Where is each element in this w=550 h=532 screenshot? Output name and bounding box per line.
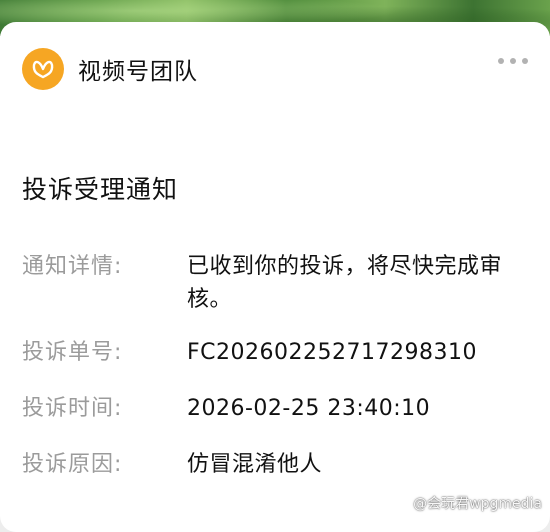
notification-card: 视频号团队 投诉受理通知 通知详情: 已收到你的投诉，将尽快完成审核。 投诉单号… xyxy=(0,22,550,532)
weibo-icon xyxy=(392,497,409,510)
account-avatar[interactable] xyxy=(22,48,64,90)
detail-row: 通知详情: 已收到你的投诉，将尽快完成审核。 xyxy=(22,250,532,316)
notice-title: 投诉受理通知 xyxy=(22,175,179,204)
more-dots-icon xyxy=(498,58,504,64)
complaint-number-row: 投诉单号: FC20260225271729831​0 xyxy=(22,336,532,369)
complaint-reason-value: 仿冒混淆他人 xyxy=(187,452,323,477)
watermark: @会玩君wpgmedia xyxy=(392,493,542,513)
complaint-reason-label: 投诉原因: xyxy=(22,452,123,477)
complaint-time-row: 投诉时间: 2026-02-25 23:40:10 xyxy=(22,392,532,425)
more-options-button[interactable] xyxy=(498,58,528,64)
detail-label: 通知详情: xyxy=(22,254,123,279)
complaint-time-label: 投诉时间: xyxy=(22,396,123,421)
watermark-text: @会玩君wpgmedia xyxy=(413,496,542,512)
account-name[interactable]: 视频号团队 xyxy=(78,52,198,86)
complaint-number-label: 投诉单号: xyxy=(22,340,123,365)
channels-butterfly-icon xyxy=(32,60,54,79)
complaint-number-value: FC20260225271729831​0 xyxy=(187,340,477,365)
detail-value: 已收到你的投诉，将尽快完成审核。 xyxy=(187,254,503,312)
complaint-time-value: 2026-02-25 23:40:10 xyxy=(187,396,431,421)
complaint-reason-row: 投诉原因: 仿冒混淆他人 xyxy=(22,448,532,481)
card-header: 视频号团队 xyxy=(22,48,198,90)
